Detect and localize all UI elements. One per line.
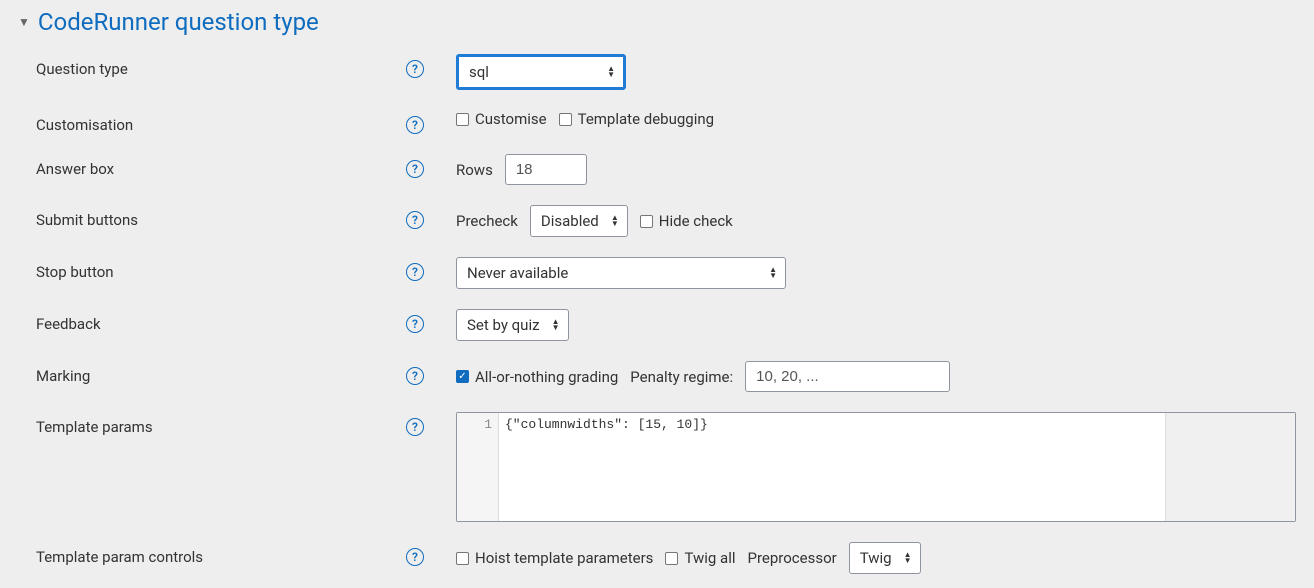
- label-submit-buttons: Submit buttons: [36, 211, 138, 229]
- row-answer-box: Answer box ? Rows: [18, 154, 1296, 185]
- row-submit-buttons: Submit buttons ? Precheck Disabled ▲▼ Hi…: [18, 205, 1296, 237]
- help-icon[interactable]: ?: [406, 160, 424, 178]
- customise-checkbox[interactable]: Customise: [456, 110, 547, 128]
- penalty-regime-label: Penalty regime:: [630, 368, 733, 386]
- twig-all-checkbox[interactable]: Twig all: [665, 549, 735, 567]
- checkbox-icon: [559, 113, 572, 126]
- precheck-label: Precheck: [456, 212, 518, 230]
- label-answer-box: Answer box: [36, 160, 114, 178]
- feedback-select[interactable]: Set by quiz ▲▼: [456, 309, 569, 341]
- label-feedback: Feedback: [36, 315, 101, 333]
- help-icon[interactable]: ?: [406, 116, 424, 134]
- editor-content[interactable]: {"columnwidths": [15, 10]}: [499, 413, 1165, 521]
- penalty-regime-input[interactable]: [745, 361, 950, 392]
- help-icon[interactable]: ?: [406, 60, 424, 78]
- row-stop-button: Stop button ? Never available ▲▼: [18, 257, 1296, 289]
- label-template-params: Template params: [36, 418, 153, 436]
- row-template-params: Template params ? 1 {"columnwidths": [15…: [18, 412, 1296, 522]
- editor-minimap: [1165, 413, 1295, 521]
- checkbox-label-text: All-or-nothing grading: [475, 368, 618, 386]
- label-question-type: Question type: [36, 60, 128, 78]
- updown-icon: ▲▼: [769, 267, 777, 279]
- checkbox-icon: [640, 215, 653, 228]
- updown-icon: ▲▼: [607, 66, 615, 78]
- updown-icon: ▲▼: [552, 319, 560, 331]
- checkbox-label-text: Template debugging: [578, 110, 714, 128]
- rows-input[interactable]: [505, 154, 587, 185]
- row-marking: Marking ? All-or-nothing grading Penalty…: [18, 361, 1296, 392]
- editor-gutter: 1: [457, 413, 499, 521]
- preprocessor-select[interactable]: Twig ▲▼: [849, 542, 921, 574]
- rows-label: Rows: [456, 161, 493, 179]
- select-value: Twig: [860, 549, 892, 567]
- help-icon[interactable]: ?: [406, 418, 424, 436]
- label-customisation: Customisation: [36, 116, 133, 134]
- label-stop-button: Stop button: [36, 263, 114, 281]
- select-value: Disabled: [541, 212, 599, 230]
- line-number: 1: [457, 417, 492, 432]
- all-or-nothing-checkbox[interactable]: All-or-nothing grading: [456, 368, 618, 386]
- template-debugging-checkbox[interactable]: Template debugging: [559, 110, 714, 128]
- checkbox-label-text: Hoist template parameters: [475, 549, 653, 567]
- row-template-param-controls: Template param controls ? Hoist template…: [18, 542, 1296, 574]
- checkbox-label-text: Customise: [475, 110, 547, 128]
- help-icon[interactable]: ?: [406, 211, 424, 229]
- label-template-param-controls: Template param controls: [36, 548, 203, 566]
- template-params-editor[interactable]: 1 {"columnwidths": [15, 10]}: [456, 412, 1296, 522]
- precheck-select[interactable]: Disabled ▲▼: [530, 205, 628, 237]
- preprocessor-label: Preprocessor: [748, 549, 837, 567]
- hoist-checkbox[interactable]: Hoist template parameters: [456, 549, 653, 567]
- row-question-type: Question type ? sql ▲▼: [18, 54, 1296, 90]
- help-icon[interactable]: ?: [406, 263, 424, 281]
- checkbox-label-text: Hide check: [659, 212, 733, 230]
- updown-icon: ▲▼: [611, 215, 619, 227]
- checkbox-label-text: Twig all: [684, 549, 735, 567]
- section-title: CodeRunner question type: [38, 8, 319, 36]
- caret-down-icon: ▼: [18, 15, 30, 29]
- help-icon[interactable]: ?: [406, 315, 424, 333]
- help-icon[interactable]: ?: [406, 367, 424, 385]
- row-customisation: Customisation ? Customise Template debug…: [18, 110, 1296, 134]
- section-header[interactable]: ▼ CodeRunner question type: [18, 8, 1296, 36]
- row-feedback: Feedback ? Set by quiz ▲▼: [18, 309, 1296, 341]
- checkbox-icon: [456, 552, 469, 565]
- checkbox-icon: [665, 552, 678, 565]
- select-value: Set by quiz: [467, 316, 540, 334]
- select-value: sql: [469, 63, 489, 81]
- hide-check-checkbox[interactable]: Hide check: [640, 212, 733, 230]
- checkbox-icon: [456, 113, 469, 126]
- select-value: Never available: [467, 264, 568, 282]
- question-type-select[interactable]: sql ▲▼: [456, 54, 626, 90]
- checkbox-checked-icon: [456, 370, 469, 383]
- label-marking: Marking: [36, 367, 90, 385]
- stop-button-select[interactable]: Never available ▲▼: [456, 257, 786, 289]
- updown-icon: ▲▼: [904, 552, 912, 564]
- help-icon[interactable]: ?: [406, 548, 424, 566]
